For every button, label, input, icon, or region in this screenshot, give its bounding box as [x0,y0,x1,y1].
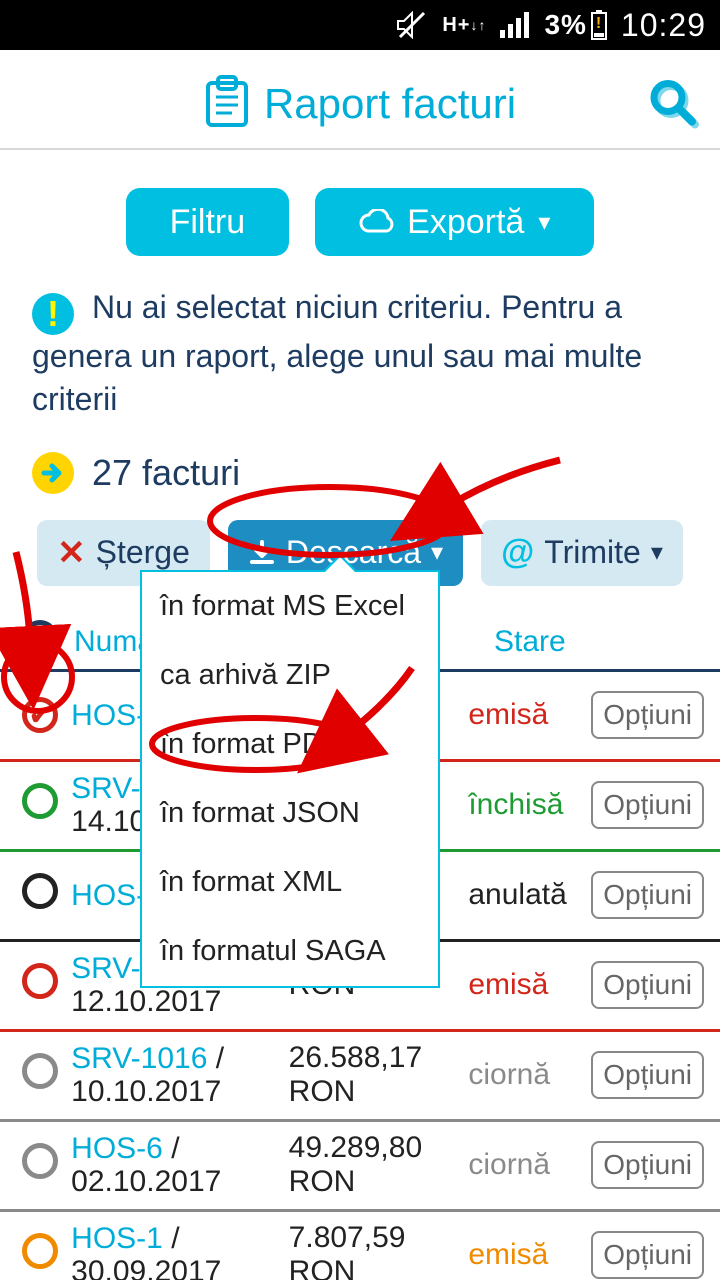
row-select-radio[interactable] [22,963,58,999]
row-select-radio[interactable] [22,1143,58,1179]
table-row: HOS-1 / 30.09.20177.807,59RONemisăOpțiun… [0,1212,720,1280]
row-select-radio[interactable] [22,697,58,733]
chevron-down-icon: ▾ [651,538,663,567]
row-select-radio[interactable] [22,783,58,819]
download-dropdown: în format MS Excel ca arhivă ZIP în form… [140,570,440,988]
chevron-down-icon: ▾ [431,538,443,567]
row-value: 26.588,17RON [289,1041,469,1110]
row-number[interactable]: HOS-6 / 02.10.2017 [71,1132,289,1198]
clipboard-icon [204,75,250,134]
signal-icon [500,12,530,38]
select-all-radio[interactable] [22,620,58,656]
info-message: !Nu ai selectat niciun criteriu. Pentru … [0,276,720,428]
result-count: 27 facturi [0,428,720,510]
chevron-down-icon: ▾ [538,208,550,237]
info-badge-icon: ! [32,293,74,335]
download-option-excel[interactable]: în format MS Excel [142,572,438,641]
page-title: Raport facturi [264,80,516,128]
cloud-icon [359,209,397,235]
row-select-radio[interactable] [22,1233,58,1269]
download-option-xml[interactable]: în format XML [142,848,438,917]
export-button[interactable]: Exportă ▾ [315,188,594,256]
filter-button[interactable]: Filtru [126,188,290,256]
clock: 10:29 [621,7,706,44]
row-options-button[interactable]: Opțiuni [591,871,704,919]
mute-icon [396,11,428,39]
android-statusbar: H+↓↑ 3% ! 10:29 [0,0,720,50]
row-options-button[interactable]: Opțiuni [591,691,704,739]
download-option-saga[interactable]: în formatul SAGA [142,917,438,986]
row-status: emisă [468,968,591,1002]
x-icon: ✕ [57,533,86,573]
row-status: ciornă [468,1148,591,1182]
table-row: HOS-6 / 02.10.201749.289,80RONciornăOpți… [0,1122,720,1212]
download-option-json[interactable]: în format JSON [142,779,438,848]
row-options-button[interactable]: Opțiuni [591,1051,704,1099]
svg-text:!: ! [596,15,602,32]
row-select-radio[interactable] [22,1053,58,1089]
row-status: emisă [468,1238,591,1272]
row-options-button[interactable]: Opțiuni [591,781,704,829]
battery-indicator: 3% ! [544,9,606,41]
row-number[interactable]: HOS-1 / 30.09.2017 [71,1222,289,1280]
row-status: emisă [468,698,591,732]
row-value: 49.289,80RON [289,1131,469,1200]
row-status: închisă [468,788,591,822]
send-button[interactable]: @Trimite▾ [481,520,683,586]
row-number[interactable]: SRV-1016 /10.10.2017 [71,1042,289,1108]
row-options-button[interactable]: Opțiuni [591,1141,704,1189]
row-select-radio[interactable] [22,873,58,909]
download-option-pdf[interactable]: în format PDF [142,710,438,779]
arrow-badge-icon [32,452,74,494]
row-options-button[interactable]: Opțiuni [591,1231,704,1279]
network-type: H+↓↑ [442,16,486,34]
download-icon [248,539,276,567]
search-button[interactable] [646,76,698,133]
row-status: anulată [468,878,591,912]
row-status: ciornă [468,1058,591,1092]
toolbar: Filtru Exportă ▾ [0,150,720,276]
at-icon: @ [501,533,534,572]
table-row: SRV-1016 /10.10.201726.588,17RONciornăOp… [0,1032,720,1122]
col-status[interactable]: Stare [494,625,624,659]
download-option-zip[interactable]: ca arhivă ZIP [142,641,438,710]
row-options-button[interactable]: Opțiuni [591,961,704,1009]
page-header: Raport facturi [0,50,720,150]
row-value: 7.807,59RON [289,1221,469,1280]
